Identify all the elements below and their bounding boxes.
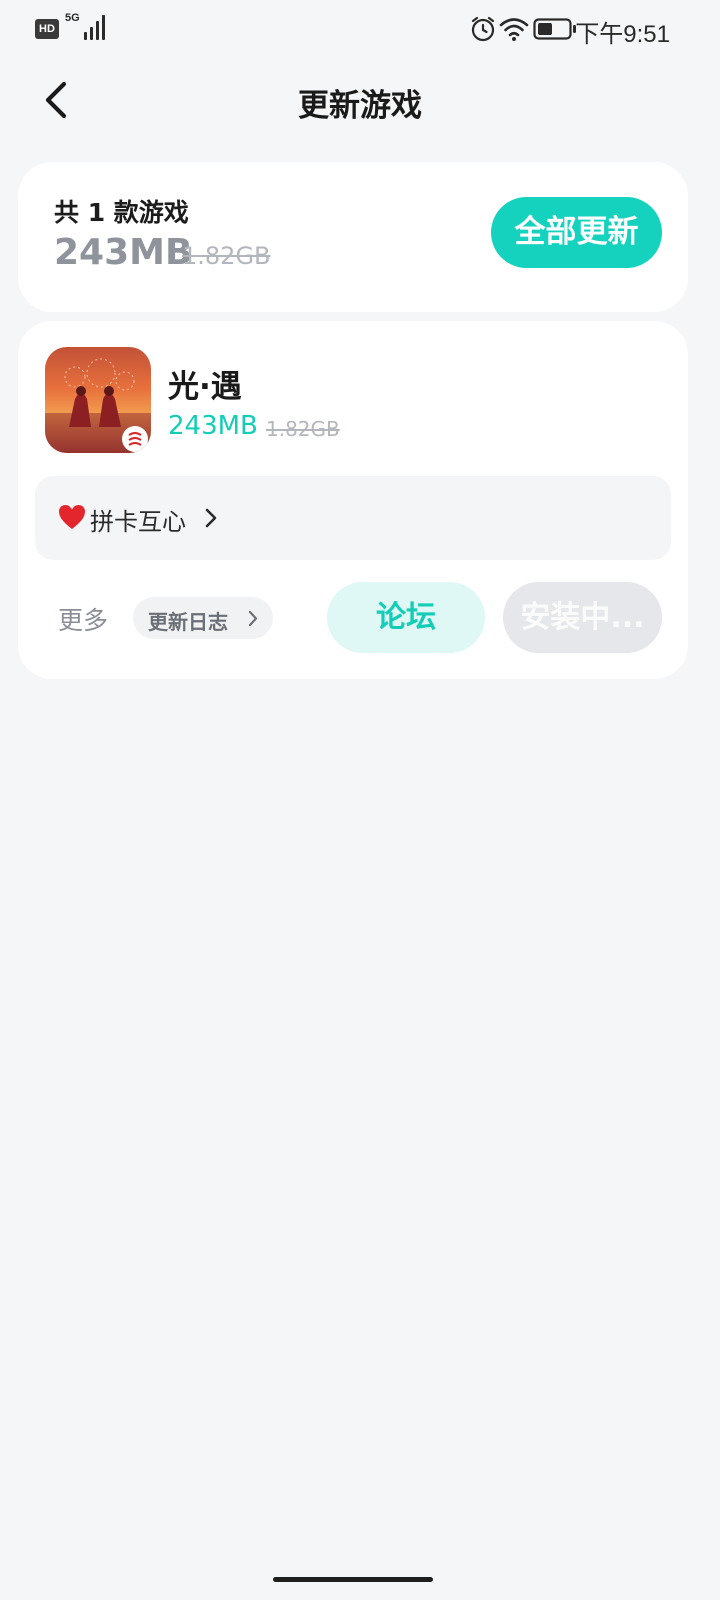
game-card: 光·遇 243MB 1.82GB 拼卡互心 更多 更新日志 论坛 安装中... — [18, 321, 688, 679]
home-indicator[interactable] — [273, 1577, 433, 1582]
promo-row[interactable]: 拼卡互心 — [35, 476, 671, 560]
alarm-icon — [471, 16, 495, 42]
game-artwork-icon — [45, 358, 151, 453]
summary-card: 共 1 款游戏 243MB 1.82GB 全部更新 — [18, 162, 688, 312]
hd-badge: HD — [35, 19, 59, 39]
games-count: 共 1 款游戏 — [54, 198, 189, 227]
changelog-button[interactable]: 更新日志 — [133, 597, 273, 639]
forum-button[interactable]: 论坛 — [327, 582, 485, 653]
promo-label: 拼卡互心 — [90, 508, 186, 536]
heart-icon — [59, 505, 85, 529]
page-title: 更新游戏 — [298, 88, 422, 124]
game-full-size: 1.82GB — [266, 417, 340, 441]
signal-icon — [80, 14, 108, 40]
game-download-size: 243MB — [168, 411, 258, 441]
chevron-right-icon — [205, 508, 217, 528]
status-bar: HD 5G 下午9:51 — [0, 0, 720, 58]
screen: HD 5G 下午9:51 更新游戏 共 1 款游戏 243MB 1.82GB 全… — [0, 0, 720, 1600]
update-all-button[interactable]: 全部更新 — [491, 197, 662, 268]
nav-bar: 更新游戏 — [0, 58, 720, 142]
installing-status-button[interactable]: 安装中... — [503, 582, 662, 653]
chevron-right-icon — [248, 610, 258, 627]
game-icon[interactable] — [45, 347, 151, 453]
network-type: 5G — [65, 12, 80, 24]
status-time: 下午9:51 — [575, 21, 670, 48]
battery-icon — [533, 18, 576, 40]
game-name: 光·遇 — [168, 369, 242, 405]
more-label[interactable]: 更多 — [58, 601, 108, 637]
changelog-label: 更新日志 — [148, 610, 228, 634]
wifi-icon — [499, 18, 529, 41]
total-full-size: 1.82GB — [182, 242, 271, 270]
total-download-size: 243MB — [54, 232, 193, 273]
